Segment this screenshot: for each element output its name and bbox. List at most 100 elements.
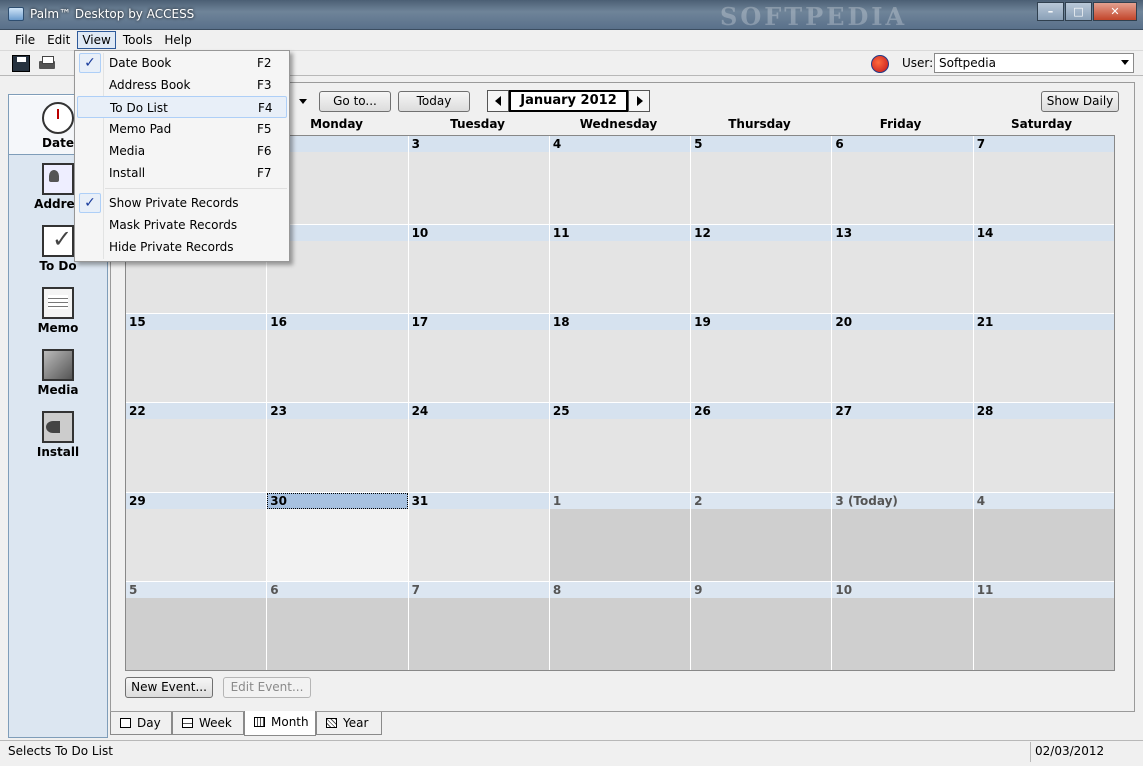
day-cell[interactable]: 1 bbox=[549, 492, 691, 581]
day-cell[interactable]: 5 bbox=[691, 136, 832, 225]
day-cell[interactable]: 11 bbox=[973, 581, 1114, 670]
day-cell[interactable]: 21 bbox=[973, 314, 1114, 403]
sidebar-item-memo[interactable]: Memo bbox=[9, 281, 107, 341]
tab-week[interactable]: Week bbox=[172, 712, 244, 735]
day-cell[interactable]: 29 bbox=[126, 492, 267, 581]
day-cell[interactable]: 5 bbox=[126, 581, 267, 670]
menu-item-show-private[interactable]: ✓ Show Private Records bbox=[77, 192, 287, 214]
menu-item-date-book[interactable]: ✓ Date Book F2 bbox=[77, 52, 287, 74]
day-cell[interactable]: 27 bbox=[832, 403, 973, 492]
tab-label: Day bbox=[137, 716, 161, 730]
day-number: 5 bbox=[126, 581, 267, 598]
check-icon: ✓ bbox=[79, 53, 101, 73]
user-select[interactable]: Softpedia bbox=[934, 53, 1134, 73]
user-select-value: Softpedia bbox=[939, 56, 996, 70]
sidebar-item-media[interactable]: Media bbox=[9, 343, 107, 403]
day-number: 8 bbox=[549, 581, 691, 598]
day-cell[interactable]: 28 bbox=[973, 403, 1114, 492]
day-cell[interactable]: 13 bbox=[832, 225, 973, 314]
day-number: 7 bbox=[408, 581, 549, 598]
day-cell[interactable]: 30 bbox=[267, 492, 408, 581]
previous-month-button[interactable] bbox=[487, 90, 509, 112]
edit-event-button[interactable]: Edit Event... bbox=[223, 677, 311, 698]
day-cell[interactable]: 23 bbox=[267, 403, 408, 492]
day-cell[interactable]: 6 bbox=[832, 136, 973, 225]
day-number: 13 bbox=[832, 225, 973, 242]
minimize-button[interactable]: – bbox=[1037, 2, 1064, 21]
day-number: 31 bbox=[408, 492, 549, 509]
day-cell[interactable]: 4 bbox=[973, 492, 1114, 581]
day-number: 18 bbox=[549, 314, 691, 331]
weekday-label: Friday bbox=[879, 117, 922, 131]
day-cell[interactable]: 8 bbox=[549, 581, 691, 670]
tab-day[interactable]: Day bbox=[110, 712, 172, 735]
next-month-button[interactable] bbox=[628, 90, 650, 112]
day-number: 24 bbox=[408, 403, 549, 420]
save-icon[interactable] bbox=[12, 55, 30, 72]
title-bar: Palm™ Desktop by ACCESS SOFTPEDIA – □ ✕ bbox=[0, 0, 1143, 31]
day-cell[interactable]: 16 bbox=[267, 314, 408, 403]
day-cell[interactable]: 7 bbox=[408, 581, 549, 670]
menu-item-todo-list[interactable]: To Do List F4 bbox=[77, 96, 287, 118]
day-number: 10 bbox=[408, 225, 549, 242]
sidebar-item-install[interactable]: Install bbox=[9, 405, 107, 465]
category-dropdown-arrow[interactable] bbox=[291, 91, 313, 112]
day-cell[interactable]: 26 bbox=[691, 403, 832, 492]
day-cell[interactable]: 7 bbox=[973, 136, 1114, 225]
day-cell[interactable]: 11 bbox=[549, 225, 691, 314]
day-cell[interactable]: 10 bbox=[832, 581, 973, 670]
menu-edit[interactable]: Edit bbox=[42, 31, 75, 49]
day-cell[interactable]: 18 bbox=[549, 314, 691, 403]
day-number: 28 bbox=[973, 403, 1114, 420]
day-cell[interactable]: 19 bbox=[691, 314, 832, 403]
day-cell[interactable]: 31 bbox=[408, 492, 549, 581]
day-cell[interactable]: 25 bbox=[549, 403, 691, 492]
maximize-button[interactable]: □ bbox=[1065, 2, 1092, 21]
print-icon[interactable] bbox=[38, 55, 56, 72]
menu-help[interactable]: Help bbox=[159, 31, 196, 49]
menu-file[interactable]: File bbox=[10, 31, 40, 49]
day-cell[interactable]: 3 (Today) bbox=[832, 492, 973, 581]
show-daily-button[interactable]: Show Daily bbox=[1041, 91, 1119, 112]
status-text: Selects To Do List bbox=[8, 744, 113, 758]
day-cell[interactable]: 4 bbox=[549, 136, 691, 225]
day-number: 6 bbox=[267, 581, 408, 598]
day-cell[interactable]: 22 bbox=[126, 403, 267, 492]
menu-separator bbox=[105, 188, 287, 189]
menu-item-memo-pad[interactable]: Memo Pad F5 bbox=[77, 118, 287, 140]
tab-month[interactable]: Month bbox=[244, 711, 316, 736]
day-cell[interactable]: 6 bbox=[267, 581, 408, 670]
day-number: 12 bbox=[691, 225, 832, 242]
today-button[interactable]: Today bbox=[398, 91, 470, 112]
day-number: 10 bbox=[832, 581, 973, 598]
day-cell[interactable]: 20 bbox=[832, 314, 973, 403]
day-cell[interactable]: 9 bbox=[691, 581, 832, 670]
day-cell[interactable]: 14 bbox=[973, 225, 1114, 314]
day-cell[interactable]: 2 bbox=[691, 492, 832, 581]
day-number: 23 bbox=[267, 403, 408, 420]
tab-year[interactable]: Year bbox=[316, 712, 382, 735]
menu-item-media[interactable]: Media F6 bbox=[77, 140, 287, 162]
new-event-button[interactable]: New Event... bbox=[125, 677, 213, 698]
menu-tools[interactable]: Tools bbox=[118, 31, 158, 49]
day-cell[interactable]: 15 bbox=[126, 314, 267, 403]
day-cell[interactable]: 10 bbox=[408, 225, 549, 314]
sync-icon[interactable] bbox=[871, 55, 889, 73]
day-cell[interactable]: 24 bbox=[408, 403, 549, 492]
menu-item-hide-private[interactable]: Hide Private Records bbox=[77, 236, 287, 258]
day-number: 22 bbox=[126, 403, 267, 420]
day-number: 4 bbox=[973, 492, 1114, 509]
day-view-icon bbox=[120, 718, 131, 728]
day-cell[interactable]: 3 bbox=[408, 136, 549, 225]
close-button[interactable]: ✕ bbox=[1093, 2, 1137, 21]
goto-button[interactable]: Go to... bbox=[319, 91, 391, 112]
menu-view[interactable]: View bbox=[77, 31, 116, 49]
menu-item-address-book[interactable]: Address Book F3 bbox=[77, 74, 287, 96]
weekday-label: Thursday bbox=[728, 117, 791, 131]
day-number: 2 bbox=[691, 492, 832, 509]
menu-item-install[interactable]: Install F7 bbox=[77, 162, 287, 184]
menu-item-mask-private[interactable]: Mask Private Records bbox=[77, 214, 287, 236]
day-cell[interactable]: 12 bbox=[691, 225, 832, 314]
day-cell[interactable]: 17 bbox=[408, 314, 549, 403]
view-menu-dropdown: ✓ Date Book F2 Address Book F3 To Do Lis… bbox=[74, 50, 290, 262]
